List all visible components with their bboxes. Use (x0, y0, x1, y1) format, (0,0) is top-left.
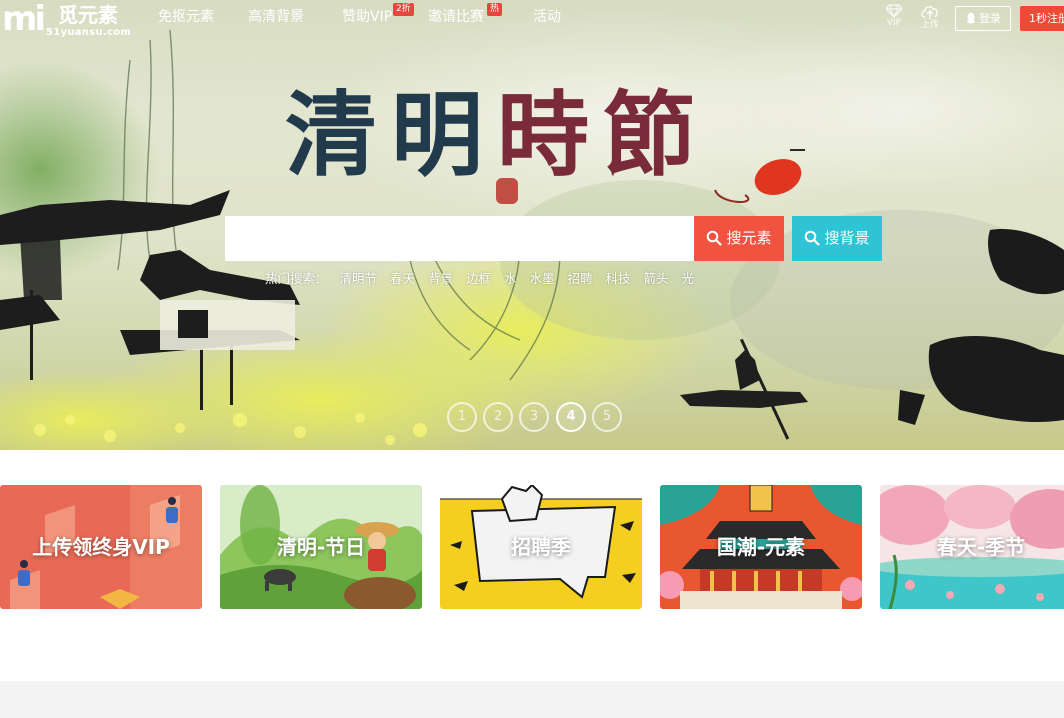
hot-search-link[interactable]: 背景 (428, 270, 453, 288)
hot-search-link[interactable]: 清明节 (340, 270, 378, 288)
upload-button[interactable]: 上传 (918, 4, 942, 30)
vip-button[interactable]: VIP (882, 4, 906, 28)
register-button[interactable]: 1秒注册 (1020, 6, 1064, 31)
carousel-dot-3[interactable]: 3 (519, 402, 549, 432)
hero-title-b: 時節 (497, 81, 710, 189)
hot-search-link[interactable]: 招聘 (568, 270, 593, 288)
search-input[interactable] (225, 216, 695, 261)
search-icon (805, 230, 821, 246)
search-backgrounds-button[interactable]: 搜背景 (792, 216, 882, 261)
vip-label: VIP (886, 18, 902, 28)
hero-title: 清明時節 (285, 60, 709, 210)
search-elements-button[interactable]: 搜元素 (694, 216, 784, 261)
footer-strip (0, 681, 1064, 718)
card-qingming-festival[interactable]: 清明-节日 (220, 485, 422, 609)
nav-item-hd-backgrounds[interactable]: 高清背景 (248, 8, 304, 26)
card-spring-label: 春天-季节 (936, 535, 1026, 559)
hot-search-link[interactable]: 箭头 (644, 270, 669, 288)
hot-search-link[interactable]: 光 (682, 270, 695, 288)
hero-title-a: 清明 (285, 81, 498, 189)
search-elements-label: 搜元素 (726, 229, 772, 247)
card-spring-season[interactable]: 春天-季节 (880, 485, 1064, 609)
hero-banner[interactable]: mi 觅元素 51yuansu.com 免抠元素 高清背景 赞助VIP 2折 邀… (0, 0, 1064, 450)
logo-mark: mi (2, 0, 46, 39)
card-guochao-label: 国潮-元素 (716, 535, 806, 559)
upload-label: 上传 (920, 20, 939, 30)
logo-url: 51yuansu.com (46, 27, 132, 38)
site-logo[interactable]: mi 觅元素 51yuansu.com (2, 0, 137, 40)
hot-search-link[interactable]: 春天 (390, 270, 415, 288)
card-recruitment-season[interactable]: 招聘季 (440, 485, 642, 609)
card-qingming-label: 清明-节日 (276, 535, 366, 559)
card-upload-vip[interactable]: 上传领终身VIP (0, 485, 202, 609)
card-guochao-elements[interactable]: 国潮-元素 (660, 485, 862, 609)
search-backgrounds-label: 搜背景 (824, 229, 870, 247)
login-button[interactable]: 登录 (955, 6, 1011, 31)
logo-name: 觅元素 (58, 3, 118, 27)
hot-search-link[interactable]: 科技 (606, 270, 631, 288)
hot-search-link[interactable]: 水 (504, 270, 517, 288)
hot-search-link[interactable]: 水墨 (530, 270, 555, 288)
search-icon (707, 230, 723, 246)
discount-badge: 2折 (393, 3, 414, 16)
carousel-dot-1[interactable]: 1 (447, 402, 477, 432)
hot-search-link[interactable]: 边框 (466, 270, 491, 288)
cloud-upload-icon (921, 6, 938, 19)
carousel-dot-5[interactable]: 5 (592, 402, 622, 432)
hot-searches: 热门搜索： 清明节 春天 背景 边框 水 水墨 招聘 科技 箭头 光 (265, 270, 703, 288)
carousel-dot-2[interactable]: 2 (483, 402, 513, 432)
hot-searches-label: 热门搜索： (265, 271, 328, 286)
nav-item-free-elements[interactable]: 免抠元素 (158, 8, 214, 26)
top-navigation: mi 觅元素 51yuansu.com 免抠元素 高清背景 赞助VIP 2折 邀… (0, 0, 1064, 38)
nav-item-invite-contest[interactable]: 邀请比赛 (428, 8, 484, 26)
card-recruitment-label: 招聘季 (511, 535, 571, 559)
nav-item-sponsor-vip[interactable]: 赞助VIP (342, 8, 392, 26)
card-upload-vip-label: 上传领终身VIP (32, 535, 170, 559)
login-label: 登录 (979, 12, 1001, 25)
feature-cards: 上传领终身VIP 清明-节日 招聘季 国潮-元素 春天-季节 (0, 485, 1064, 609)
nav-item-events[interactable]: 活动 (533, 8, 561, 26)
diamond-icon (886, 4, 902, 18)
carousel-dot-4[interactable]: 4 (556, 402, 586, 432)
hot-badge: 热 (487, 3, 503, 16)
qq-penguin-icon (967, 12, 975, 24)
